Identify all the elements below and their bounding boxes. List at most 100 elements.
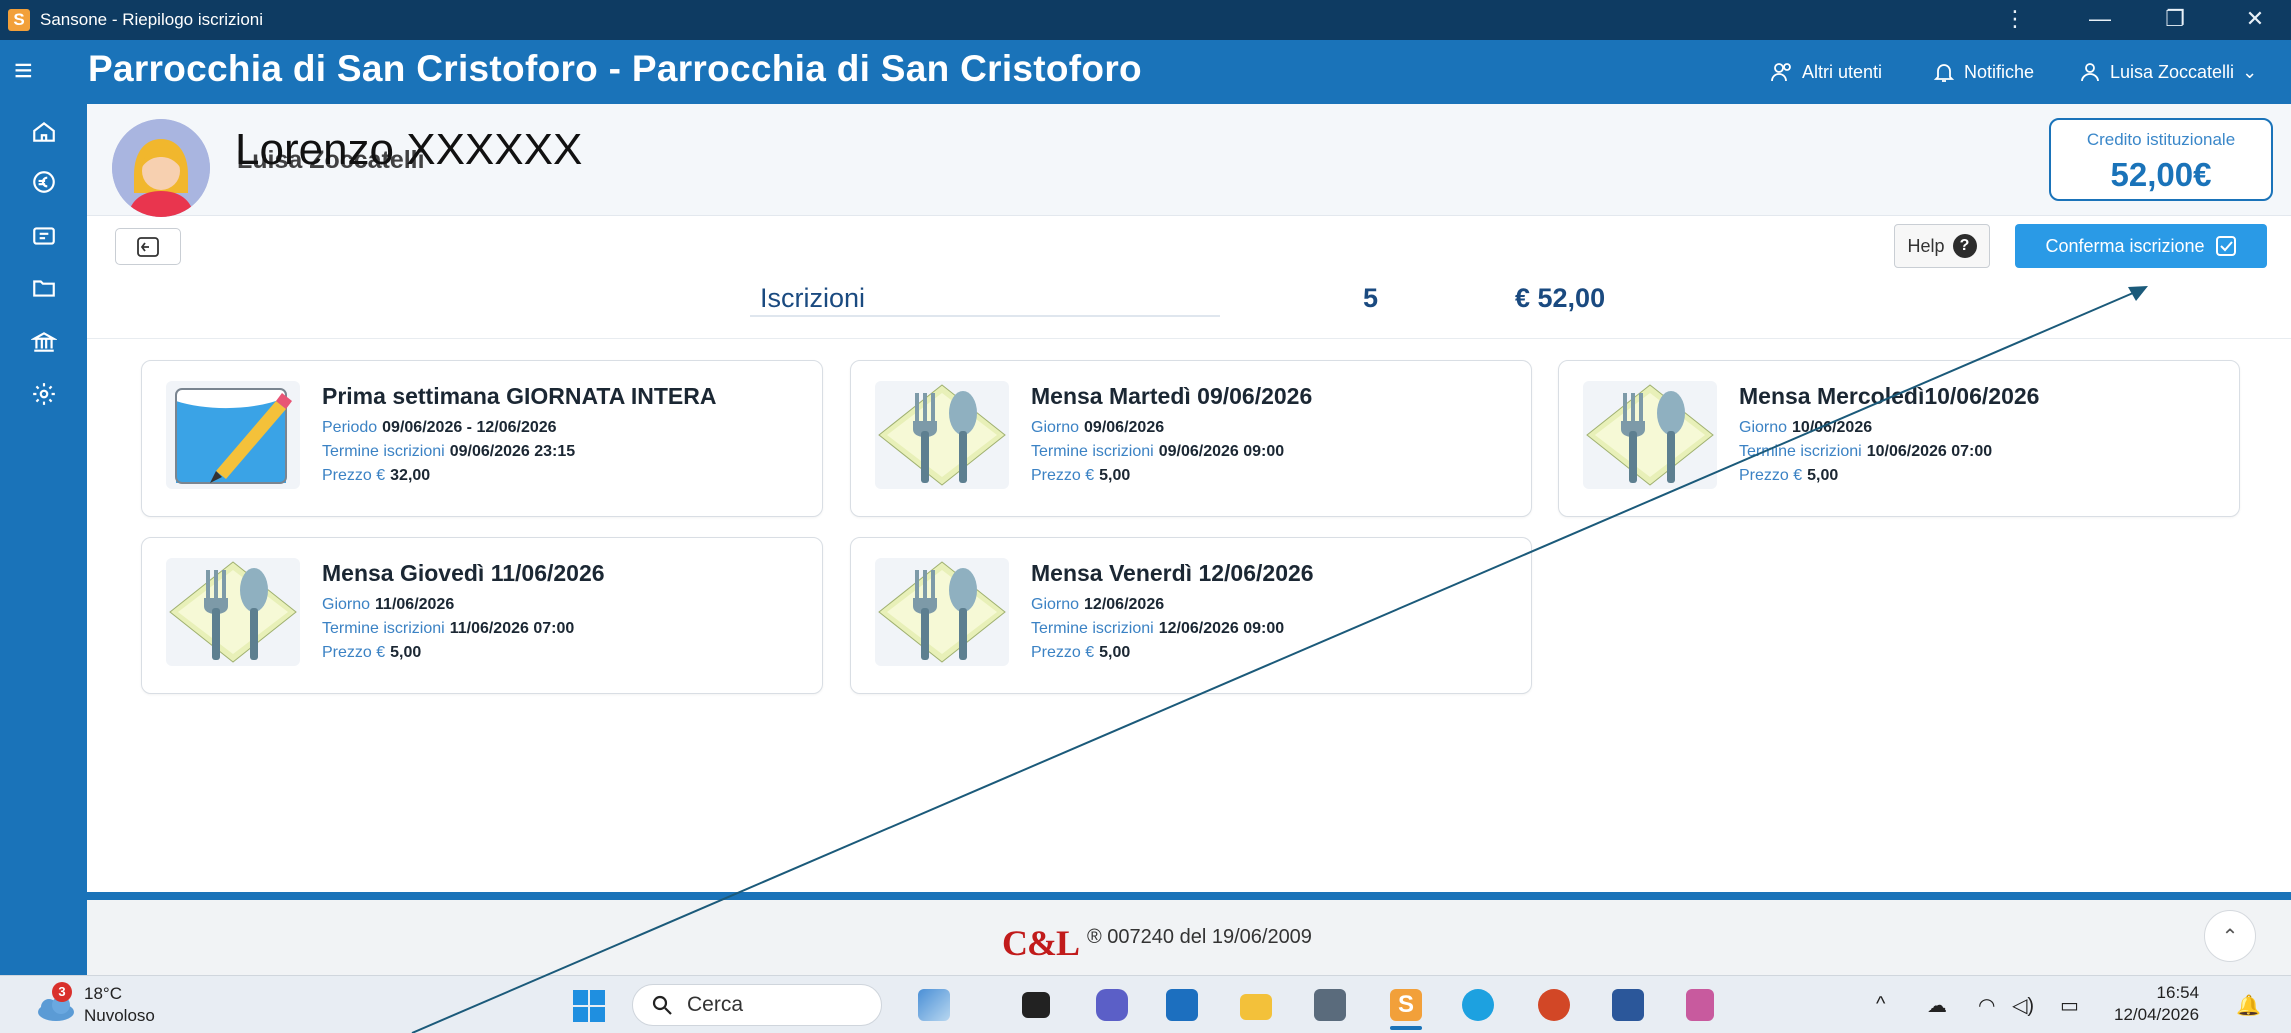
card-title: Mensa Martedì 09/06/2026 xyxy=(1031,383,1313,409)
confirm-registration-button[interactable]: Conferma iscrizione xyxy=(2015,224,2267,268)
registration-card[interactable]: Mensa Giovedì 11/06/2026 Giorno 11/06/202… xyxy=(141,537,823,694)
battery-icon[interactable]: ▭ xyxy=(2060,993,2079,1018)
profile-name: Lorenzo XXXXXX xyxy=(235,125,583,174)
windows-start-icon[interactable] xyxy=(572,989,606,1028)
card-row-day: Giorno 10/06/2026 xyxy=(1739,419,1872,437)
row-label: Giorno xyxy=(1031,419,1080,436)
more-options-icon[interactable]: ⋮ xyxy=(2000,6,2030,32)
taskbar-search[interactable]: Cerca xyxy=(632,984,882,1026)
sidebar-item-payments[interactable] xyxy=(28,166,60,198)
card-title: Mensa Venerdì 12/06/2026 xyxy=(1031,560,1314,586)
row-value: 5,00 xyxy=(390,644,422,661)
help-button[interactable]: Help ? xyxy=(1894,224,1990,268)
registration-card[interactable]: Mensa Martedì 09/06/2026 Giorno 09/06/202… xyxy=(850,360,1532,517)
user-menu-button[interactable]: Luisa Zoccatelli ⌄ xyxy=(2078,60,2257,84)
gear-icon xyxy=(33,383,55,405)
card-row-price: Prezzo €5,00 xyxy=(1031,467,1130,485)
powerpoint-icon[interactable] xyxy=(1538,989,1570,1021)
weather-badge: 3 xyxy=(52,982,72,1002)
row-label: Termine iscrizioni xyxy=(322,443,445,460)
taskbar: 3 18°C Nuvoloso Cerca S ^ ☁ ◠ ◁) ▭ 16:54… xyxy=(0,975,2291,1033)
volume-icon[interactable]: ◁) xyxy=(2012,993,2034,1018)
teams-icon[interactable] xyxy=(1096,989,1128,1021)
store-icon[interactable] xyxy=(1166,989,1198,1021)
clock-time: 16:54 xyxy=(2156,983,2200,1002)
cutlery-icon xyxy=(166,558,300,666)
word-icon[interactable] xyxy=(1612,989,1644,1021)
registration-text: ® 007240 del 19/06/2009 xyxy=(1087,926,1312,948)
row-value: 5,00 xyxy=(1807,467,1839,484)
home-icon xyxy=(33,121,55,142)
snipping-tool-icon[interactable] xyxy=(1686,989,1714,1021)
registration-card[interactable]: Prima settimana GIORNATA INTERA Periodo 0… xyxy=(141,360,823,517)
card-title: Prima settimana GIORNATA INTERA xyxy=(322,383,717,409)
card-title: Mensa Mercoledì10/06/2026 xyxy=(1739,383,2040,409)
card-row-period: Periodo 09/06/2026 - 12/06/2026 xyxy=(322,419,557,437)
registration-card[interactable]: Mensa Mercoledì10/06/2026 Giorno 10/06/20… xyxy=(1558,360,2240,517)
row-label: Prezzo € xyxy=(322,644,386,661)
scroll-top-button[interactable]: ⌃ xyxy=(2204,910,2256,962)
chevron-down-icon: ⌄ xyxy=(2242,61,2258,82)
footer-bar xyxy=(87,892,2291,900)
task-view-icon[interactable] xyxy=(1022,992,1050,1018)
footer: C&L ® 007240 del 19/06/2009 ⌃ xyxy=(87,900,2291,975)
row-value: 11/06/2026 07:00 xyxy=(449,620,575,637)
onedrive-icon[interactable]: ☁ xyxy=(1927,993,1947,1018)
wifi-icon[interactable]: ◠ xyxy=(1978,993,1995,1018)
sidebar-item-documents[interactable] xyxy=(28,272,60,304)
summary-underline xyxy=(750,315,1220,317)
sidebar-item-home[interactable] xyxy=(28,116,60,148)
sidebar-item-registrations[interactable] xyxy=(28,220,60,252)
weather-condition: Nuvoloso xyxy=(84,1006,155,1025)
printer-icon[interactable] xyxy=(1314,989,1346,1021)
row-label: Periodo xyxy=(322,419,378,436)
registration-card[interactable]: Mensa Venerdì 12/06/2026 Giorno 12/06/202… xyxy=(850,537,1532,694)
folder-icon xyxy=(33,280,55,297)
cutlery-icon xyxy=(875,558,1009,666)
back-icon xyxy=(137,236,159,257)
page-title: Parrocchia di San Cristoforo - Parrocchi… xyxy=(88,48,1142,89)
system-clock[interactable]: 16:54 12/04/2026 xyxy=(2114,982,2199,1026)
sidebar xyxy=(0,104,87,975)
card-row-day: Giorno 09/06/2026 xyxy=(1031,419,1164,437)
back-button[interactable] xyxy=(115,228,181,265)
notifications-button[interactable]: Notifiche xyxy=(1932,60,2034,84)
card-row-deadline: Termine iscrizioni 10/06/2026 07:00 xyxy=(1739,443,1992,461)
restore-icon[interactable]: ❐ xyxy=(2160,6,2190,32)
file-explorer-icon[interactable] xyxy=(1240,994,1272,1020)
divider xyxy=(87,338,2291,339)
chevron-up-icon[interactable]: ^ xyxy=(1876,993,1885,1016)
user-icon xyxy=(2081,63,2099,82)
other-users-button[interactable]: Altri utenti xyxy=(1770,60,1882,84)
notification-bell-icon[interactable]: 🔔 xyxy=(2236,993,2261,1018)
row-label: Giorno xyxy=(1031,596,1080,613)
menu-icon[interactable]: ≡ xyxy=(14,54,33,86)
row-label: Prezzo € xyxy=(322,467,386,484)
summary-label: Iscrizioni xyxy=(760,283,866,313)
sansone-app-icon[interactable]: S xyxy=(1390,989,1422,1021)
sidebar-item-institution[interactable] xyxy=(28,326,60,358)
row-label: Prezzo € xyxy=(1031,467,1095,484)
row-label: Termine iscrizioni xyxy=(1031,620,1154,637)
sidebar-item-settings[interactable] xyxy=(28,378,60,410)
confirm-label: Conferma iscrizione xyxy=(2045,235,2205,256)
credit-label: Credito istituzionale xyxy=(2086,130,2236,149)
widgets-icon[interactable] xyxy=(918,989,950,1021)
minimize-icon[interactable]: — xyxy=(2085,6,2115,32)
row-value: 10/06/2026 07:00 xyxy=(1866,443,1993,460)
clock-date: 12/04/2026 xyxy=(2114,1005,2200,1024)
card-title: Mensa Giovedì 11/06/2026 xyxy=(322,560,605,586)
search-placeholder: Cerca xyxy=(687,993,744,1016)
summary-count: 5 xyxy=(1363,283,1379,313)
notifications-label: Notifiche xyxy=(1964,61,2035,82)
edge-icon[interactable] xyxy=(1462,989,1494,1021)
pencil-notepad-icon xyxy=(166,381,300,489)
users-icon xyxy=(1771,63,1791,82)
card-row-deadline: Termine iscrizioni 12/06/2026 09:00 xyxy=(1031,620,1284,638)
search-icon xyxy=(652,995,672,1015)
card-row-price: Prezzo €5,00 xyxy=(1031,644,1130,662)
card-row-day: Giorno 12/06/2026 xyxy=(1031,596,1164,614)
weather-widget[interactable]: 18°C Nuvoloso xyxy=(84,984,155,1026)
app-icon: S xyxy=(8,9,30,31)
close-icon[interactable]: ✕ xyxy=(2240,6,2270,32)
